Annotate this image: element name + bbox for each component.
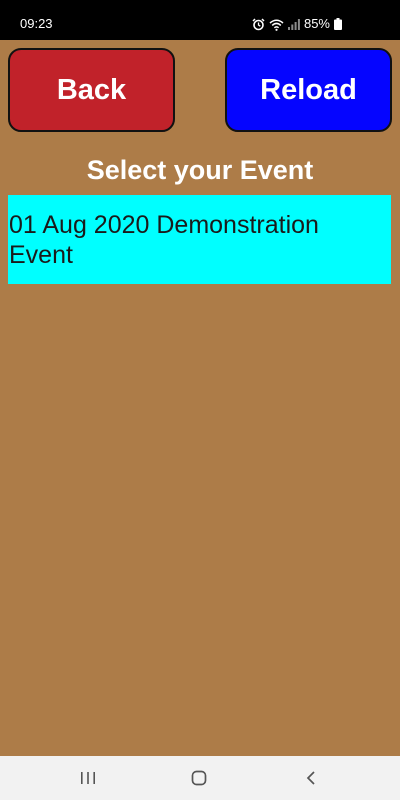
navigation-bar xyxy=(0,756,400,800)
status-bar: 09:23 85% xyxy=(0,0,400,40)
recent-apps-button[interactable] xyxy=(73,766,103,790)
system-back-button[interactable] xyxy=(296,766,326,790)
home-icon xyxy=(191,770,207,786)
app-content: Back Reload Select your Event 01 Aug 202… xyxy=(0,40,400,756)
battery-icon xyxy=(334,18,342,30)
status-icons: 85% xyxy=(252,15,342,33)
signal-icon xyxy=(287,18,300,30)
recent-apps-icon xyxy=(80,771,96,785)
page-title: Select your Event xyxy=(86,155,314,185)
back-button[interactable]: Back xyxy=(8,48,175,132)
battery-percent: 85% xyxy=(303,16,330,31)
alarm-icon xyxy=(252,17,265,31)
back-arrow-icon xyxy=(305,770,317,786)
home-button[interactable] xyxy=(184,766,214,790)
event-list-item[interactable]: 01 Aug 2020 Demonstration Event xyxy=(8,195,391,284)
status-time: 09:23 xyxy=(20,16,53,31)
event-list: 01 Aug 2020 Demonstration Event xyxy=(8,195,391,284)
wifi-icon xyxy=(269,18,284,31)
reload-button[interactable]: Reload xyxy=(225,48,392,132)
